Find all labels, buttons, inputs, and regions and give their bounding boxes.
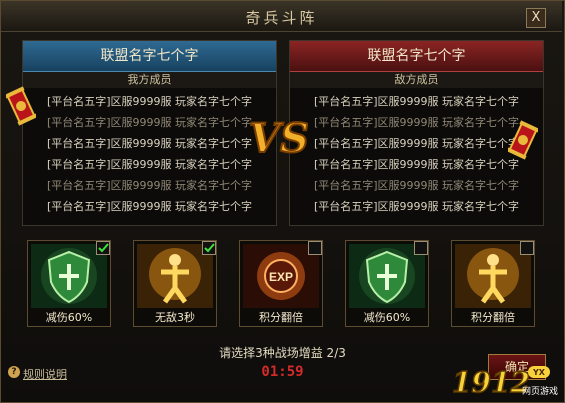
enemy-subtitle: 敌方成员 <box>290 72 543 88</box>
help-icon[interactable]: ? <box>8 366 20 378</box>
enemy-member-row: [平台名五字]区服9999服 玩家名字七个字 <box>313 95 520 108</box>
ally-member-row: [平台名五字]区服9999服 玩家名字七个字 <box>46 200 253 213</box>
versus-emblem: VS <box>250 114 308 163</box>
title-bar: 奇兵斗阵 X <box>1 1 562 32</box>
checkmark-icon <box>204 243 215 253</box>
ally-member-row: [平台名五字]区服9999服 玩家名字七个字 <box>46 179 253 192</box>
buff-card[interactable]: 减伤60% <box>345 240 429 327</box>
enemy-member-row: [平台名五字]区服9999服 玩家名字七个字 <box>313 116 520 129</box>
buff-checkbox[interactable] <box>96 241 110 255</box>
scroll-token-icon <box>6 86 36 126</box>
buff-checkbox[interactable] <box>520 241 534 255</box>
enemy-member-row: [平台名五字]区服9999服 玩家名字七个字 <box>313 158 520 171</box>
watermark-site: 网页游戏 <box>522 385 558 397</box>
buff-label: 积分翻倍 <box>471 311 515 324</box>
ally-alliance-name: 联盟名字七个字 <box>23 41 276 72</box>
buff-checkbox[interactable] <box>414 241 428 255</box>
enemy-panel: 联盟名字七个字 敌方成员 [平台名五字]区服9999服 玩家名字七个字 [平台名… <box>289 40 544 226</box>
svg-text:EXP: EXP <box>269 270 293 284</box>
watermark-number: 1912 <box>452 366 530 399</box>
enemy-member-row: [平台名五字]区服9999服 玩家名字七个字 <box>313 179 520 192</box>
ally-member-row: [平台名五字]区服9999服 玩家名字七个字 <box>46 116 253 129</box>
buff-label: 减伤60% <box>45 311 93 324</box>
buff-checkbox[interactable] <box>202 241 216 255</box>
ally-member-row: [平台名五字]区服9999服 玩家名字七个字 <box>46 137 253 150</box>
buff-card[interactable]: 积分翻倍 <box>451 240 535 327</box>
selection-prompt: 请选择3种战场增益 2/3 <box>219 346 346 360</box>
ally-panel: 联盟名字七个字 我方成员 [平台名五字]区服9999服 玩家名字七个字 [平台名… <box>22 40 277 226</box>
ally-member-row: [平台名五字]区服9999服 玩家名字七个字 <box>46 158 253 171</box>
window-title: 奇兵斗阵 <box>245 9 318 27</box>
ally-member-row: [平台名五字]区服9999服 玩家名字七个字 <box>46 95 253 108</box>
watermark-badge: YX <box>532 368 546 377</box>
buff-label: 无敌3秒 <box>155 311 195 324</box>
buff-card[interactable]: 无敌3秒 <box>133 240 217 327</box>
buff-checkbox[interactable] <box>308 241 322 255</box>
checkmark-icon <box>98 243 109 253</box>
buff-card[interactable]: EXP 积分翻倍 <box>239 240 323 327</box>
scroll-token-icon <box>508 120 538 160</box>
buff-label: 减伤60% <box>363 311 411 324</box>
buff-label: 积分翻倍 <box>259 311 303 324</box>
enemy-member-row: [平台名五字]区服9999服 玩家名字七个字 <box>313 200 520 213</box>
buff-card[interactable]: 减伤60% <box>27 240 111 327</box>
watermark-logo: 1912 YX 网页游戏 <box>452 365 558 400</box>
enemy-member-row: [平台名五字]区服9999服 玩家名字七个字 <box>313 137 520 150</box>
close-button[interactable]: X <box>526 8 546 28</box>
versus-text: VS <box>250 115 308 162</box>
rules-link[interactable]: 规则说明 <box>23 366 67 382</box>
ally-subtitle: 我方成员 <box>23 72 276 88</box>
enemy-alliance-name: 联盟名字七个字 <box>290 41 543 72</box>
